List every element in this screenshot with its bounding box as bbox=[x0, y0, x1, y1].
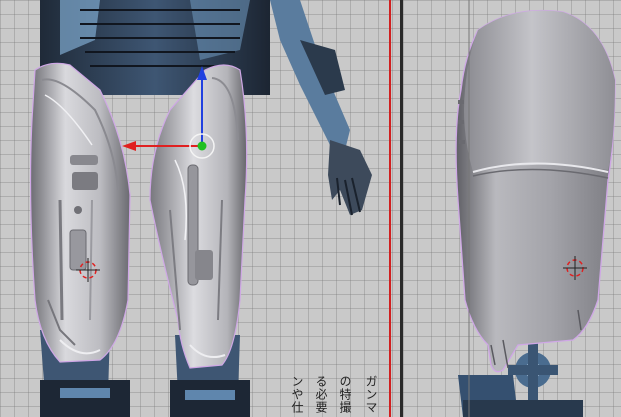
viewport-front[interactable]: ガンマ の特撮 る必要 ンや仕 bbox=[0, 0, 400, 417]
thigh-armor-side[interactable] bbox=[455, 9, 616, 373]
thigh-armor-right[interactable] bbox=[149, 64, 248, 369]
reference-text-col-1: ガンマ bbox=[364, 375, 378, 414]
reference-band bbox=[60, 388, 110, 398]
reference-strut bbox=[508, 365, 558, 375]
front-scene bbox=[29, 0, 391, 417]
reference-text-col-4: ンや仕 bbox=[290, 375, 304, 414]
reference-text-col-3: る必要 bbox=[314, 375, 328, 414]
viewport-side[interactable] bbox=[403, 0, 621, 417]
reference-foot bbox=[463, 400, 583, 417]
side-scene bbox=[455, 0, 616, 417]
reference-text-col-2: の特撮 bbox=[338, 375, 352, 414]
reference-band bbox=[185, 390, 235, 400]
reference-shin-left bbox=[40, 380, 130, 417]
thigh-armor-left[interactable] bbox=[29, 62, 131, 363]
